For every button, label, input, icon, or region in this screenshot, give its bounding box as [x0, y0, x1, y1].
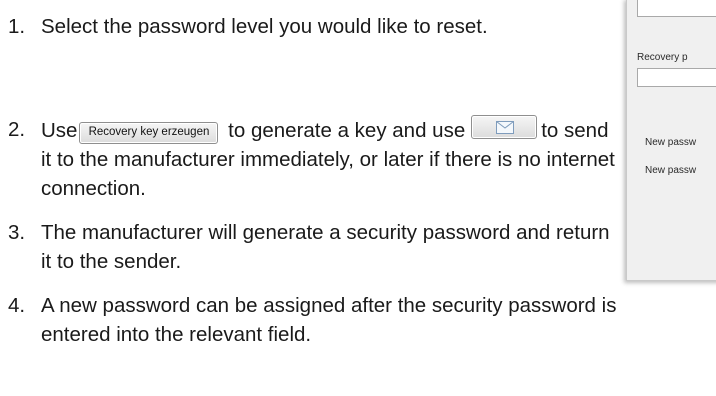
- step-text-before: Use: [41, 119, 78, 142]
- password-recovery-dialog: Recovery p New passw New passw: [626, 0, 716, 281]
- step-2: 2. Use Recovery key erzeugen to generate …: [8, 115, 618, 203]
- envelope-icon: [496, 121, 515, 134]
- step-3: 3. The manufacturer will generate a secu…: [8, 218, 618, 276]
- step-text: Select the password level you would like…: [41, 15, 488, 38]
- step-1: 1. Select the password level you would l…: [8, 12, 618, 41]
- step-4: 4. A new password can be assigned after …: [8, 291, 618, 349]
- recovery-password-label: Recovery p: [637, 52, 688, 63]
- step-number: 4.: [8, 294, 26, 317]
- step-number: 1.: [8, 15, 26, 38]
- new-password-repeat-label: New passw: [645, 165, 697, 176]
- step-text-middle: to generate a key and use: [228, 119, 466, 142]
- recovery-key-button[interactable]: Recovery key erzeugen: [79, 122, 219, 144]
- step-number: 2.: [8, 118, 26, 141]
- step-text: The manufacturer will generate a securit…: [41, 221, 610, 273]
- step-number: 3.: [8, 221, 26, 244]
- step-text: Use Recovery key erzeugen to generate a k…: [41, 115, 618, 203]
- step-text: A new password can be assigned after the…: [41, 294, 617, 346]
- recovery-password-input[interactable]: [637, 68, 716, 87]
- send-mail-button[interactable]: [471, 115, 538, 139]
- password-level-field[interactable]: [637, 0, 716, 17]
- new-password-label: New passw: [645, 137, 697, 148]
